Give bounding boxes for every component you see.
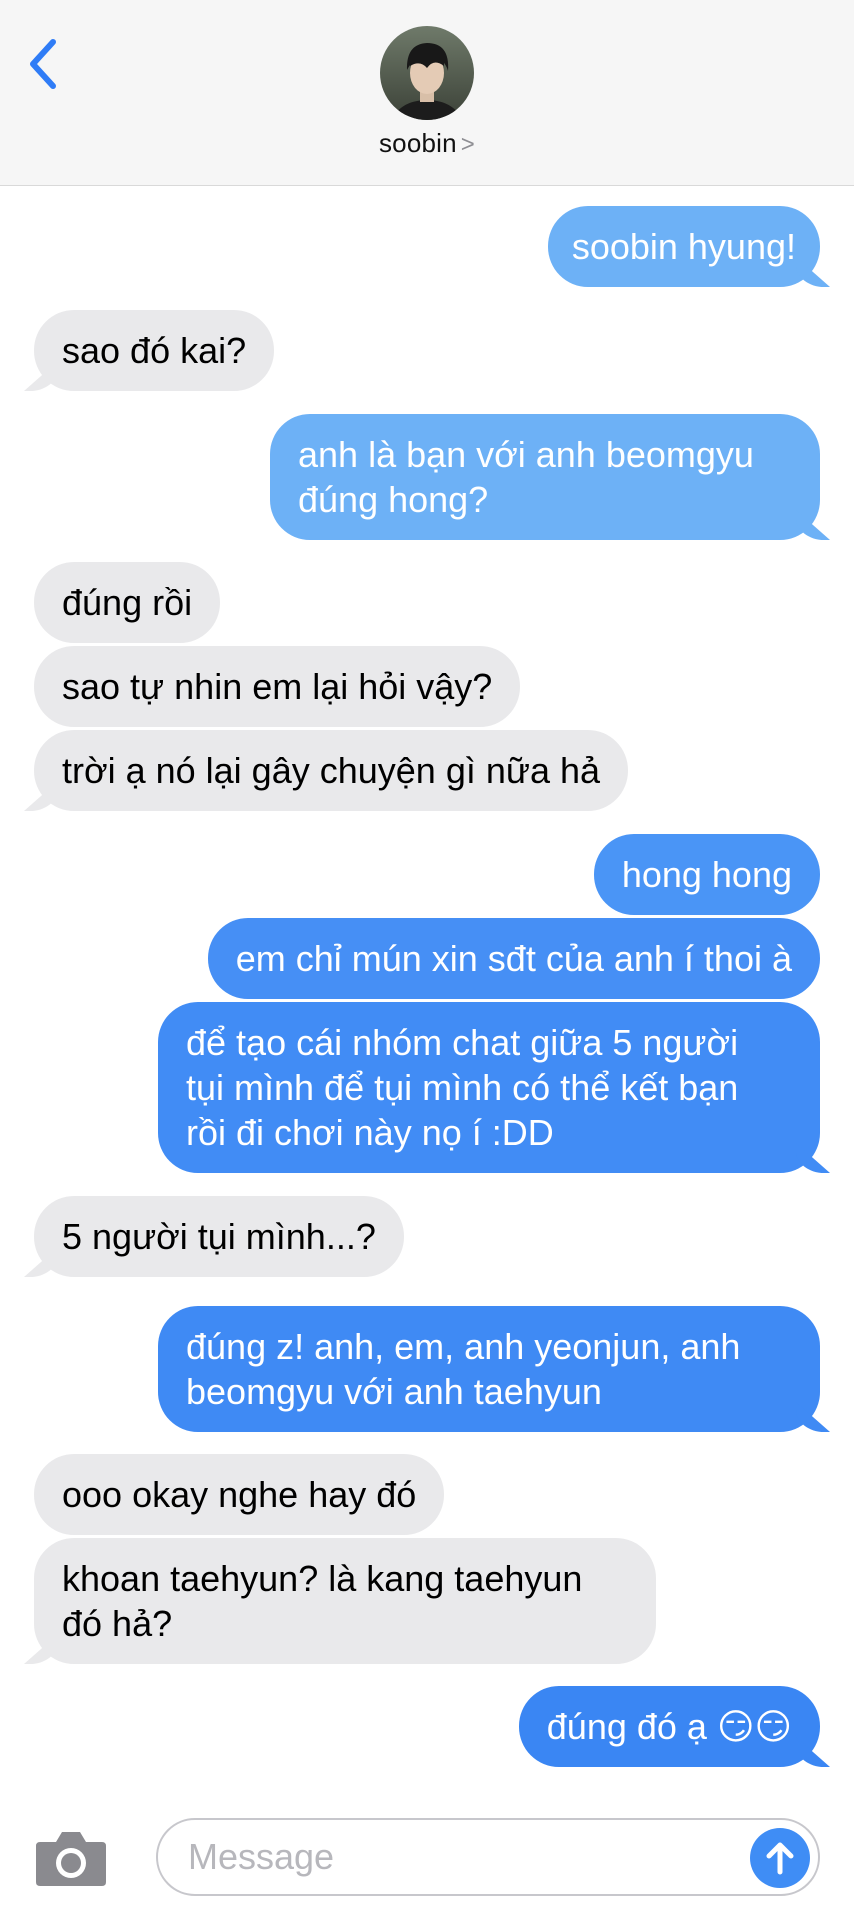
contact-avatar[interactable] [380,26,474,120]
message-bubble-received[interactable]: sao tự nhin em lại hỏi vậy? [34,646,521,727]
message-text-line: đó hả? [62,1603,173,1644]
message-text: soobin hyung! [571,226,796,267]
message-bubble-received[interactable]: trời ạ nó lại gây chuyện gì nữa hả [34,730,629,811]
contact-name-row[interactable]: soobin > [0,128,854,159]
message-text: hong hong [621,854,792,895]
message-bubble-sent[interactable]: đúng z! anh, em, anh yeonjun, anh beomgy… [158,1306,820,1432]
contact-name: soobin [378,128,457,158]
arrow-up-icon [766,1842,794,1875]
message-bubble-received[interactable]: sao đó kai? [34,310,275,391]
message-text-line: đúng hong? [298,479,489,520]
message-bubble-sent[interactable]: anh là bạn với anh beomgyu đúng hong? [270,414,820,540]
chevron-left-icon [30,39,56,89]
message-bubble-sent[interactable]: đúng đó ạ 😏😏 [518,1686,820,1767]
message-bubble-sent[interactable]: hong hong [593,834,820,915]
message-text: ooo okay nghe hay đó [62,1474,417,1515]
conversation-header: soobin > [0,0,854,186]
message-text: đúng đó ạ 😏😏 [546,1706,792,1747]
composer-bar [0,1800,854,1913]
back-button[interactable] [22,36,62,92]
camera-icon [36,1832,106,1886]
message-text: sao đó kai? [62,330,247,371]
message-text: 5 người tụi mình...? [62,1216,376,1257]
message-text-line: đúng z! anh, em, anh yeonjun, anh [186,1326,741,1367]
camera-button[interactable] [34,1828,108,1888]
message-thread[interactable]: soobin hyung! sao đó kai? anh là bạn với… [0,186,854,1786]
message-bubble-received[interactable]: ooo okay nghe hay đó [34,1454,445,1535]
avatar-photo [380,26,474,120]
send-button[interactable] [750,1828,810,1888]
message-text: trời ạ nó lại gây chuyện gì nữa hả [62,750,601,791]
message-text-line: rồi đi chơi này nọ í :DD [186,1112,554,1153]
message-text: sao tự nhin em lại hỏi vậy? [62,666,493,707]
message-bubble-received[interactable]: đúng rồi [34,562,221,643]
message-text-line: anh là bạn với anh beomgyu [298,434,754,475]
message-bubble-received[interactable]: 5 người tụi mình...? [34,1196,404,1277]
chevron-right-icon: > [460,131,476,158]
message-input[interactable] [156,1818,820,1896]
message-text: em chỉ mún xin sđt của anh í thoi à [235,938,792,979]
message-text-line: tụi mình để tụi mình có thể kết bạn [186,1067,739,1108]
message-bubble-sent[interactable]: để tạo cái nhóm chat giữa 5 người tụi mì… [158,1002,820,1173]
message-bubble-sent[interactable]: em chỉ mún xin sđt của anh í thoi à [207,918,820,999]
message-text-line: beomgyu với anh taehyun [186,1371,602,1412]
message-text-line: khoan taehyun? là kang taehyun [62,1558,583,1599]
message-bubble-sent[interactable]: soobin hyung! [547,206,820,287]
message-text: đúng rồi [62,582,193,623]
message-bubble-received[interactable]: khoan taehyun? là kang taehyun đó hả? [34,1538,656,1664]
message-text-line: để tạo cái nhóm chat giữa 5 người [186,1022,739,1063]
